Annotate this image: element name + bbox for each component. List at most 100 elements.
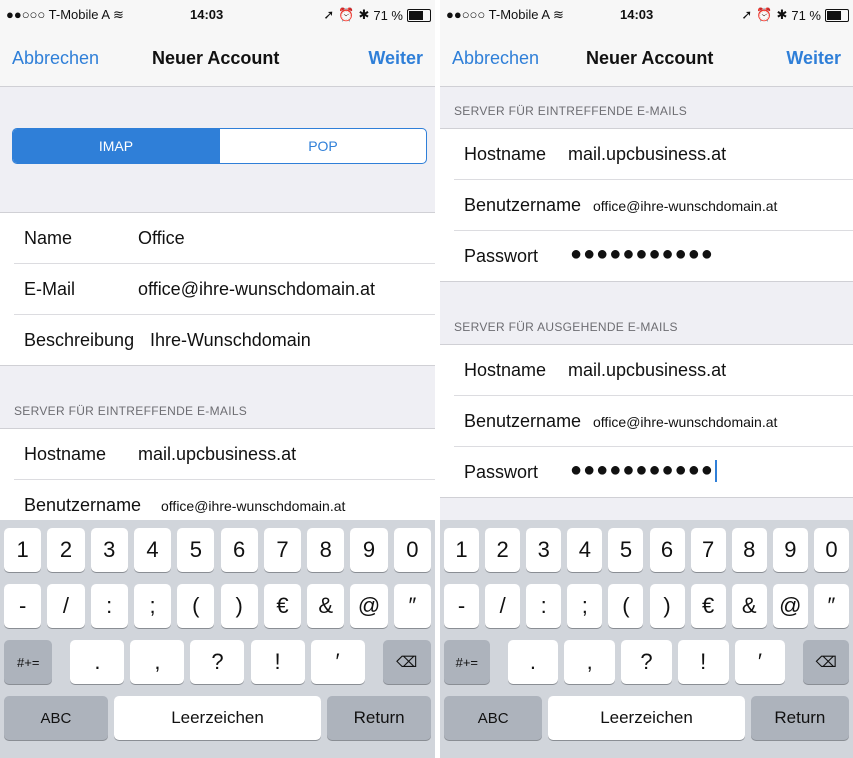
- key-symbol[interactable]: €: [690, 584, 726, 628]
- key-symbols[interactable]: #+=: [444, 640, 490, 684]
- key-8[interactable]: 8: [307, 528, 345, 572]
- description-label: Beschreibung: [24, 330, 135, 350]
- cancel-button[interactable]: Abbrechen: [452, 48, 539, 69]
- key-symbol[interactable]: ″: [813, 584, 849, 628]
- hostname-row[interactable]: Hostname mail.upcbusiness.at: [454, 345, 853, 395]
- key-8[interactable]: 8: [731, 528, 767, 572]
- key-symbol[interactable]: ;: [567, 584, 603, 628]
- bluetooth-icon: ✱: [358, 7, 370, 22]
- key-punctuation[interactable]: !: [250, 640, 305, 684]
- key-5[interactable]: 5: [608, 528, 644, 572]
- key-symbol[interactable]: ″: [393, 584, 431, 628]
- password-field[interactable]: ●●●●●●●●●●●: [570, 459, 717, 482]
- email-field[interactable]: office@ihre-wunschdomain.at: [138, 279, 375, 300]
- nav-title: Neuer Account: [152, 48, 280, 68]
- clock: 14:03: [190, 7, 224, 22]
- username-field[interactable]: office@ihre-wunschdomain.at: [161, 498, 345, 514]
- hostname-row[interactable]: Hostname mail.upcbusiness.at: [454, 129, 853, 179]
- key-symbol[interactable]: @: [350, 584, 388, 628]
- next-button[interactable]: Weiter: [368, 48, 423, 69]
- key-symbol[interactable]: -: [4, 584, 42, 628]
- bluetooth-icon: ✱: [776, 7, 788, 22]
- key-symbol[interactable]: (: [177, 584, 215, 628]
- key-6[interactable]: 6: [649, 528, 685, 572]
- key-6[interactable]: 6: [220, 528, 258, 572]
- key-4[interactable]: 4: [567, 528, 603, 572]
- description-row[interactable]: Beschreibung Ihre-Wunschdomain: [14, 314, 435, 365]
- key-punctuation[interactable]: ′: [734, 640, 786, 684]
- key-symbol[interactable]: €: [263, 584, 302, 628]
- key-punctuation[interactable]: ′: [310, 640, 365, 684]
- next-button[interactable]: Weiter: [786, 48, 841, 69]
- key-symbol[interactable]: ): [220, 584, 258, 628]
- abc-key[interactable]: ABC: [444, 696, 543, 740]
- hostname-label: Hostname: [464, 144, 547, 164]
- key-1[interactable]: 1: [444, 528, 480, 572]
- segment-imap[interactable]: IMAP: [13, 129, 219, 163]
- username-field[interactable]: office@ihre-wunschdomain.at: [593, 198, 777, 214]
- location-icon: ➚: [741, 7, 753, 22]
- password-field[interactable]: ●●●●●●●●●●●: [570, 243, 714, 266]
- key-symbols[interactable]: #+=: [4, 640, 53, 684]
- key-symbol[interactable]: @: [772, 584, 808, 628]
- key-symbol[interactable]: :: [90, 584, 128, 628]
- hostname-field[interactable]: mail.upcbusiness.at: [568, 144, 726, 165]
- key-7[interactable]: 7: [690, 528, 726, 572]
- account-group: Name Office E-Mail office@ihre-wunschdom…: [0, 212, 435, 366]
- key-symbol[interactable]: /: [485, 584, 521, 628]
- key-symbol[interactable]: -: [444, 584, 480, 628]
- incoming-group: Hostname mail.upcbusiness.at Benutzernam…: [0, 428, 435, 531]
- key-punctuation[interactable]: ,: [564, 640, 616, 684]
- key-7[interactable]: 7: [263, 528, 302, 572]
- return-key[interactable]: Return: [327, 696, 431, 740]
- key-2[interactable]: 2: [485, 528, 521, 572]
- text-cursor: [714, 459, 717, 482]
- backspace-icon[interactable]: ⌫: [803, 640, 849, 684]
- username-row[interactable]: Benutzername office@ihre-wunschdomain.at: [454, 395, 853, 446]
- key-punctuation[interactable]: ?: [621, 640, 672, 684]
- key-punctuation[interactable]: ,: [130, 640, 185, 684]
- cancel-button[interactable]: Abbrechen: [12, 48, 99, 69]
- key-symbol[interactable]: ;: [133, 584, 172, 628]
- key-punctuation[interactable]: .: [70, 640, 125, 684]
- key-punctuation[interactable]: .: [507, 640, 559, 684]
- abc-key[interactable]: ABC: [4, 696, 108, 740]
- keyboard: 1 2 3 4 5 6 7 8 9 0 - /:;() € & @ ″ #+=.,?! ′ ⌫ ABC Leerzeic…: [0, 520, 435, 758]
- key-0[interactable]: 0: [813, 528, 849, 572]
- space-key[interactable]: Leerzeichen: [548, 696, 745, 740]
- key-punctuation[interactable]: ?: [190, 640, 245, 684]
- hostname-label: Hostname: [24, 444, 107, 464]
- return-key[interactable]: Return: [750, 696, 849, 740]
- backspace-icon[interactable]: ⌫: [382, 640, 431, 684]
- key-1[interactable]: 1: [4, 528, 42, 572]
- password-row[interactable]: Passwort ●●●●●●●●●●●: [454, 446, 853, 497]
- hostname-field[interactable]: mail.upcbusiness.at: [138, 444, 296, 465]
- key-3[interactable]: 3: [526, 528, 562, 572]
- segment-pop[interactable]: POP: [219, 129, 426, 163]
- key-4[interactable]: 4: [133, 528, 172, 572]
- key-punctuation[interactable]: !: [677, 640, 729, 684]
- key-2[interactable]: 2: [47, 528, 85, 572]
- name-field[interactable]: Office: [138, 228, 185, 249]
- username-field[interactable]: office@ihre-wunschdomain.at: [593, 414, 777, 430]
- key-9[interactable]: 9: [350, 528, 388, 572]
- key-5[interactable]: 5: [177, 528, 215, 572]
- password-row[interactable]: Passwort ●●●●●●●●●●●: [454, 230, 853, 281]
- key-symbol[interactable]: &: [307, 584, 345, 628]
- description-field[interactable]: Ihre-Wunschdomain: [150, 330, 311, 351]
- key-9[interactable]: 9: [772, 528, 808, 572]
- right-screen: ●●○○○ T-Mobile A ≋ 14:03 ➚ ⏰ ✱ 71 % Abbr…: [440, 0, 853, 758]
- email-row[interactable]: E-Mail office@ihre-wunschdomain.at: [14, 263, 435, 314]
- key-symbol[interactable]: (: [608, 584, 644, 628]
- space-key[interactable]: Leerzeichen: [113, 696, 322, 740]
- hostname-row[interactable]: Hostname mail.upcbusiness.at: [14, 429, 435, 479]
- hostname-field[interactable]: mail.upcbusiness.at: [568, 360, 726, 381]
- name-row[interactable]: Name Office: [14, 213, 435, 263]
- username-row[interactable]: Benutzername office@ihre-wunschdomain.at: [454, 179, 853, 230]
- key-0[interactable]: 0: [393, 528, 431, 572]
- key-symbol[interactable]: &: [731, 584, 767, 628]
- key-symbol[interactable]: :: [526, 584, 562, 628]
- key-3[interactable]: 3: [90, 528, 128, 572]
- key-symbol[interactable]: ): [649, 584, 685, 628]
- key-symbol[interactable]: /: [47, 584, 85, 628]
